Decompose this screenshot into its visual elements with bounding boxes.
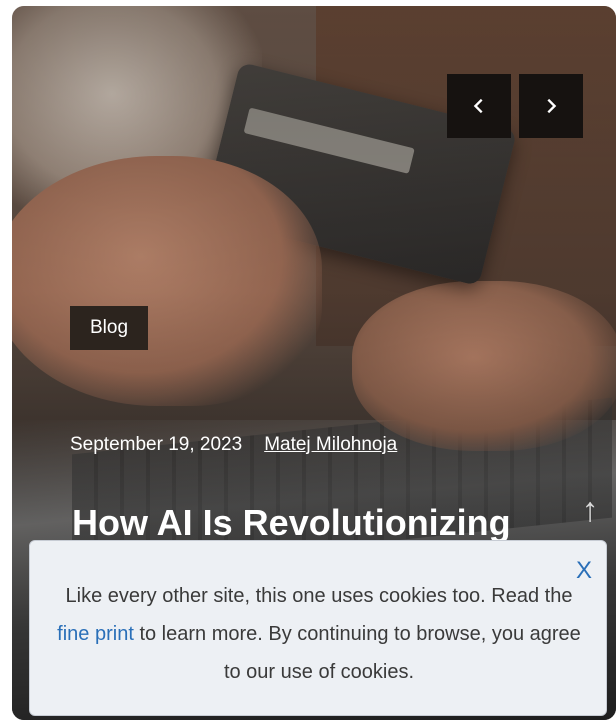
- category-badge[interactable]: Blog: [70, 306, 149, 350]
- slider-next-button[interactable]: [519, 74, 583, 138]
- post-date: September 19, 2023: [70, 434, 243, 455]
- scroll-to-top-icon[interactable]: ↑: [578, 488, 602, 532]
- post-meta: September 19, 2023 Matej Milohnoja: [70, 434, 397, 456]
- cookie-notice-text: Like every other site, this one uses coo…: [54, 577, 584, 691]
- slider-prev-button[interactable]: [447, 74, 511, 138]
- cookie-notice: X Like every other site, this one uses c…: [29, 540, 607, 716]
- chevron-right-icon: [547, 98, 557, 114]
- cookie-text-before: Like every other site, this one uses coo…: [65, 585, 573, 607]
- chevron-left-icon: [473, 98, 483, 114]
- fine-print-link[interactable]: fine print: [57, 623, 134, 645]
- cookie-text-after: to learn more. By continuing to browse, …: [133, 623, 581, 683]
- post-author-link[interactable]: Matej Milohnoja: [264, 434, 397, 456]
